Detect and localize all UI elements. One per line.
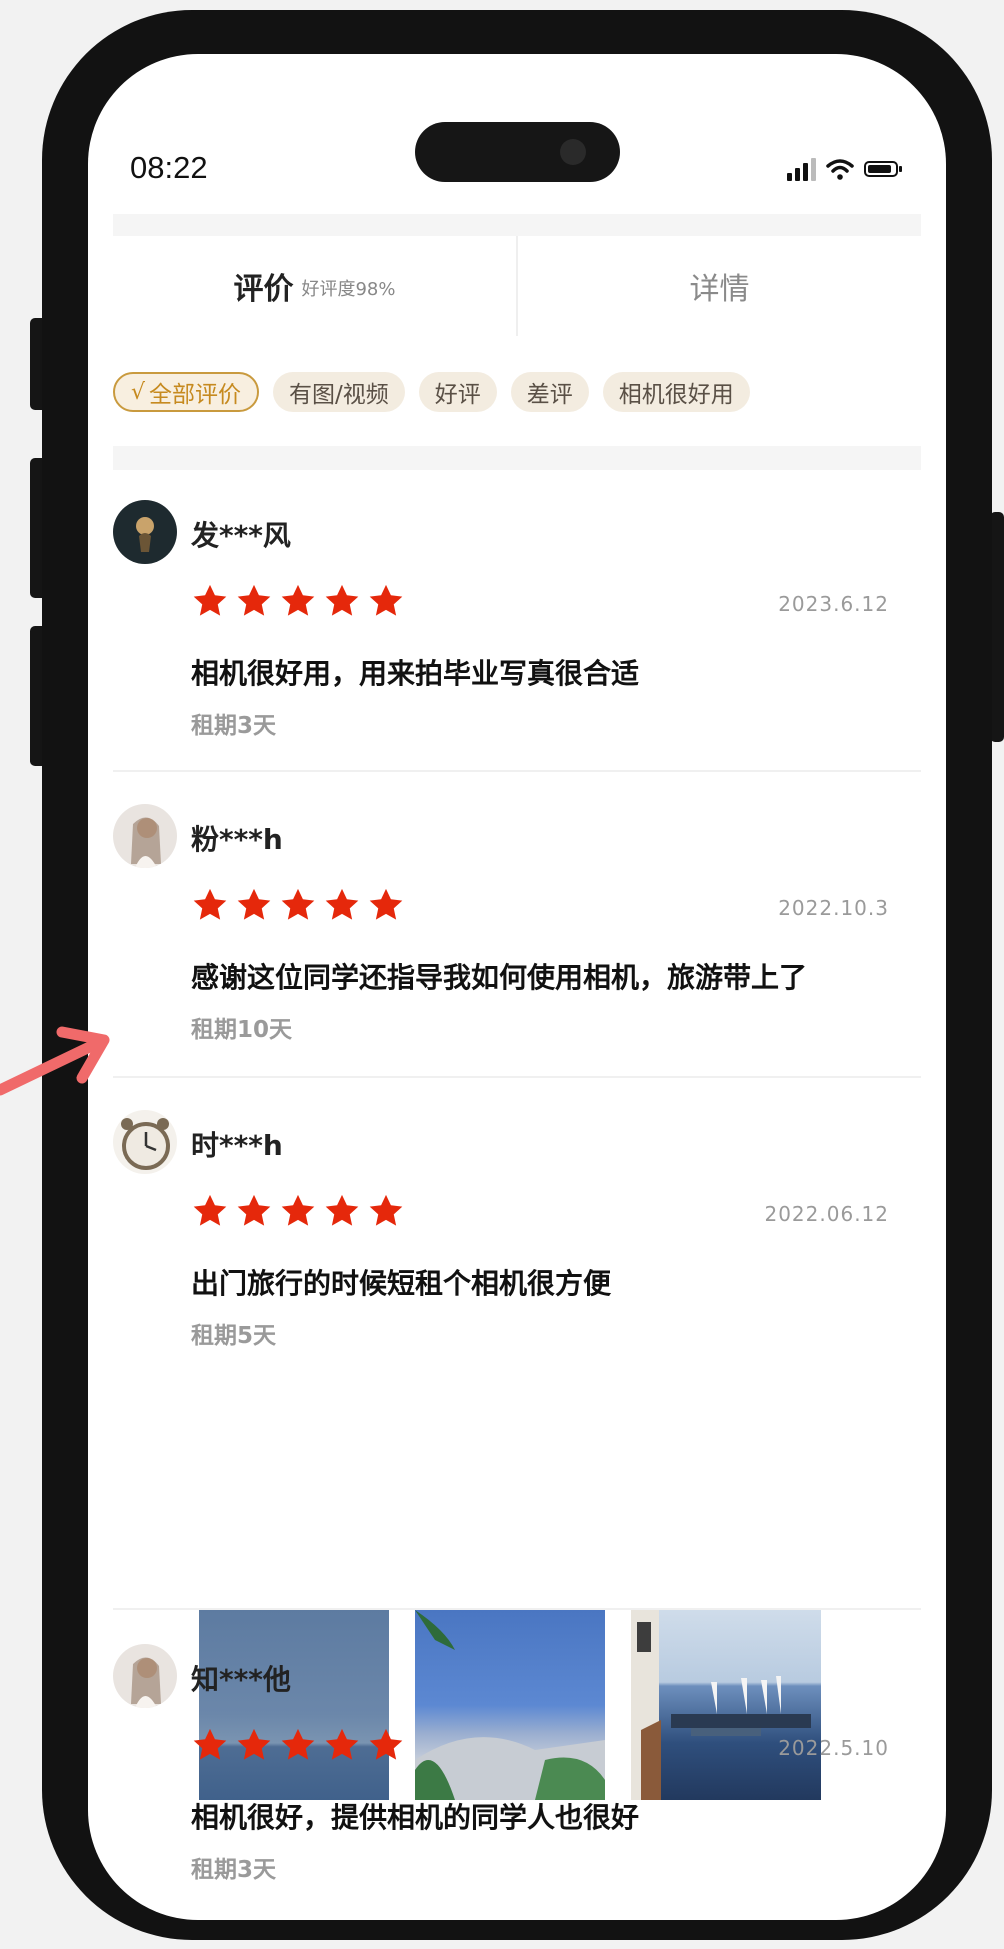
review-divider (113, 770, 921, 772)
cellular-signal-icon (787, 157, 816, 181)
star-icon (237, 584, 271, 616)
avatar[interactable] (113, 804, 177, 868)
review-photo[interactable] (631, 1610, 821, 1800)
status-time: 08:22 (130, 150, 208, 185)
reviewer-name: 时***h (191, 1129, 283, 1162)
star-rating (191, 886, 405, 924)
star-icon (193, 584, 227, 616)
review-text: 相机很好用，用来拍毕业写真很合适 (191, 657, 640, 690)
stage: 08:22 评价 好评度98% 详情 √ 全部评价 有图/视频 好评 差评 相机… (0, 0, 1004, 1949)
star-icon (325, 888, 359, 920)
rental-period: 租期5天 (191, 1323, 277, 1349)
review-photo[interactable] (415, 1610, 605, 1800)
review-photos (199, 1610, 821, 1800)
avatar[interactable] (113, 1110, 177, 1174)
review-date: 2022.5.10 (778, 1736, 889, 1760)
star-icon (281, 1194, 315, 1226)
star-icon (281, 584, 315, 616)
filter-chip-positive[interactable]: 好评 (418, 372, 497, 412)
star-rating (191, 582, 405, 620)
filter-chip-all[interactable]: √ 全部评价 (113, 372, 260, 412)
tab-details[interactable]: 详情 (516, 236, 921, 336)
star-icon (193, 888, 227, 920)
star-icon (369, 1728, 403, 1760)
camera-lens-icon (560, 139, 586, 165)
check-icon: √ (131, 379, 146, 405)
filter-chip-label: 全部评价 (149, 382, 242, 408)
tab-reviews-label: 评价 (233, 272, 294, 307)
star-icon (369, 888, 403, 920)
tab-reviews-rating: 好评度98% (301, 279, 396, 300)
tab-bar: 评价 好评度98% 详情 (113, 236, 921, 336)
review-date: 2023.6.12 (778, 592, 889, 616)
review-text: 相机很好，提供相机的同学人也很好 (191, 1801, 640, 1834)
filter-chip-label: 相机很好用 (618, 382, 734, 408)
star-icon (237, 1194, 271, 1226)
star-icon (281, 1728, 315, 1760)
wifi-icon (826, 159, 854, 180)
reviewer-name: 知***他 (191, 1663, 291, 1696)
star-icon (325, 1194, 359, 1226)
annotation-arrow-icon (0, 1026, 110, 1096)
status-icons (787, 154, 902, 184)
review-date: 2022.06.12 (764, 1202, 889, 1226)
top-separator (113, 214, 921, 236)
star-rating (191, 1192, 405, 1230)
star-icon (193, 1728, 227, 1760)
rental-period: 租期10天 (191, 1017, 293, 1043)
tab-details-label: 详情 (689, 272, 750, 307)
star-icon (237, 1728, 271, 1760)
review-text: 出门旅行的时候短租个相机很方便 (191, 1267, 612, 1300)
power-button (990, 512, 1004, 742)
avatar[interactable] (113, 1644, 177, 1708)
star-icon (237, 888, 271, 920)
review-text: 感谢这位同学还指导我如何使用相机，旅游带上了 (191, 961, 808, 994)
rental-period: 租期3天 (191, 1857, 277, 1883)
filter-chip-camera-easy[interactable]: 相机很好用 (602, 372, 750, 412)
review-date: 2022.10.3 (778, 896, 889, 920)
star-icon (281, 888, 315, 920)
star-icon (193, 1194, 227, 1226)
review-divider (113, 1608, 921, 1610)
avatar[interactable] (113, 500, 177, 564)
reviewer-name: 发***风 (191, 519, 291, 552)
dynamic-island (415, 122, 620, 182)
filter-chip-label: 好评 (434, 382, 481, 408)
filter-chip-label: 有图/视频 (289, 382, 389, 408)
review-photo[interactable] (199, 1610, 389, 1800)
filter-chip-media[interactable]: 有图/视频 (273, 372, 405, 412)
review-divider (113, 1076, 921, 1078)
star-icon (369, 1194, 403, 1226)
filter-chip-negative[interactable]: 差评 (510, 372, 589, 412)
star-icon (325, 584, 359, 616)
star-icon (369, 584, 403, 616)
battery-icon (864, 161, 902, 177)
reviewer-name: 粉***h (191, 823, 283, 856)
star-rating (191, 1726, 405, 1764)
section-separator (113, 446, 921, 470)
phone-frame: 08:22 评价 好评度98% 详情 √ 全部评价 有图/视频 好评 差评 相机… (42, 10, 992, 1940)
filter-chip-label: 差评 (526, 382, 573, 408)
rental-period: 租期3天 (191, 713, 277, 739)
phone-screen: 08:22 评价 好评度98% 详情 √ 全部评价 有图/视频 好评 差评 相机… (88, 54, 946, 1920)
star-icon (325, 1728, 359, 1760)
filter-chips: √ 全部评价 有图/视频 好评 差评 相机很好用 (113, 372, 750, 412)
tab-reviews[interactable]: 评价 好评度98% (113, 236, 516, 336)
